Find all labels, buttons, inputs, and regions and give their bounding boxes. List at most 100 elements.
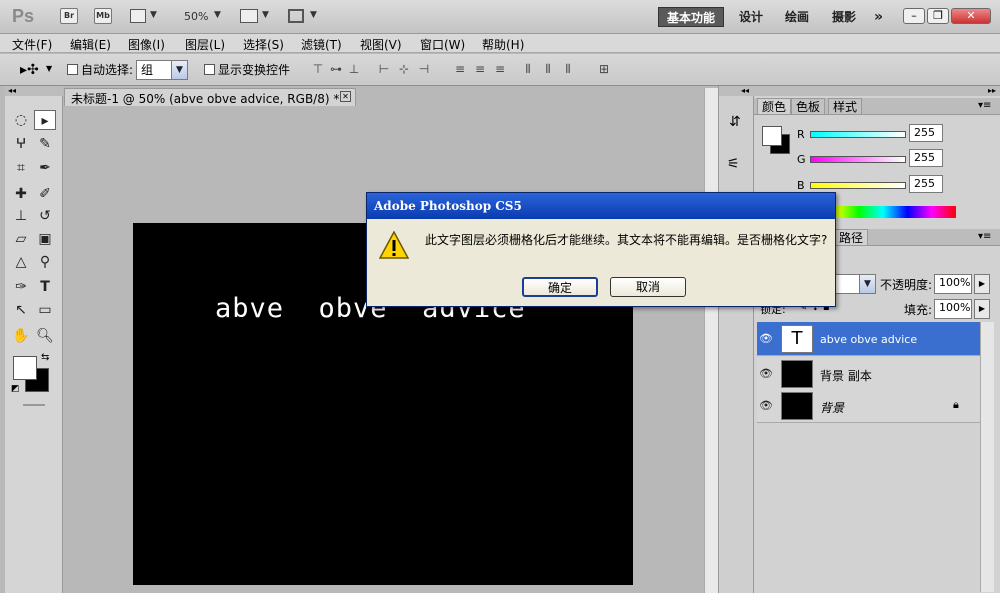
tab-styles[interactable]: 样式 — [828, 98, 863, 114]
type-tool-icon[interactable]: T — [34, 277, 56, 297]
zoom-level[interactable]: 50% — [184, 10, 208, 23]
align-vcenter-icon[interactable]: ⊶ — [328, 62, 344, 76]
dodge-tool-icon[interactable]: ⚲ — [34, 252, 56, 272]
menu-file[interactable]: 文件(F) — [12, 36, 52, 53]
hand-tool-icon[interactable]: ✋ — [10, 326, 32, 346]
foreground-color-swatch[interactable] — [13, 356, 37, 380]
layer-row[interactable]: 👁︎ 背景 副本 — [757, 357, 980, 391]
distribute-vcenter-icon[interactable]: ≡ — [472, 62, 488, 76]
lasso-tool-icon[interactable]: ⵖ — [10, 134, 32, 154]
gradient-tool-icon[interactable]: ▣ — [34, 229, 56, 249]
quick-select-tool-icon[interactable]: ✎ — [34, 134, 56, 154]
layer-row[interactable]: 👁︎ T abve obve advice — [757, 322, 980, 356]
align-top-icon[interactable]: ⊤ — [310, 62, 326, 76]
mini-bridge-button[interactable]: Mb — [94, 8, 112, 24]
restore-icon[interactable]: ❐ — [927, 8, 949, 24]
auto-select-dropdown[interactable]: 组 ▼ — [136, 60, 188, 80]
eye-icon[interactable]: 👁︎ — [757, 322, 775, 356]
screen-mode-icon[interactable] — [288, 9, 304, 23]
menu-image[interactable]: 图像(I) — [128, 36, 165, 53]
preset-dropdown-icon[interactable]: ▼ — [46, 64, 52, 73]
bridge-button[interactable]: Br — [60, 8, 78, 24]
opacity-value[interactable]: 100% — [934, 274, 972, 294]
menu-view[interactable]: 视图(V) — [360, 36, 402, 53]
zoom-tool-icon[interactable]: 🔍︎ — [34, 326, 56, 346]
channel-g-slider[interactable] — [810, 156, 906, 163]
layers-panel-menu-icon[interactable]: ▾≡ — [978, 231, 991, 242]
blur-tool-icon[interactable]: △ — [10, 252, 32, 272]
menu-layer[interactable]: 图层(L) — [185, 36, 225, 53]
workspace-design[interactable]: 设计 — [731, 7, 771, 27]
auto-align-icon[interactable]: ⊞ — [596, 62, 612, 76]
workspace-essentials[interactable]: 基本功能 — [658, 7, 725, 27]
workspace-painting[interactable]: 绘画 — [777, 7, 817, 27]
healing-brush-icon[interactable]: ✚ — [10, 184, 32, 204]
arrange-dropdown-icon[interactable]: ▼ — [262, 10, 269, 20]
brush-tool-icon[interactable]: ✐ — [34, 184, 56, 204]
path-select-icon[interactable]: ↖ — [10, 300, 32, 320]
menu-select[interactable]: 选择(S) — [243, 36, 284, 53]
menu-help[interactable]: 帮助(H) — [482, 36, 524, 53]
eraser-tool-icon[interactable]: ▱ — [10, 229, 32, 249]
tab-color[interactable]: 颜色 — [757, 98, 792, 114]
swap-colors-icon[interactable]: ⇆ — [41, 352, 49, 363]
distribute-hcenter-icon[interactable]: ⫴ — [540, 62, 556, 76]
fill-value[interactable]: 100% — [934, 299, 972, 319]
panel-expand-icon[interactable]: ▸▸ — [754, 86, 1000, 96]
adjustments-panel-icon[interactable]: ⚟ — [727, 156, 740, 172]
default-colors-icon[interactable]: ◩ — [11, 384, 20, 394]
more-workspaces-icon[interactable]: » — [866, 7, 891, 27]
document-tab[interactable]: 未标题-1 @ 50% (abve obve advice, RGB/8) * … — [64, 88, 356, 106]
view-extras-icon[interactable] — [130, 9, 146, 23]
channel-r-slider[interactable] — [810, 131, 906, 138]
layers-scrollbar[interactable] — [980, 322, 994, 592]
history-panel-icon[interactable]: ⇵ — [729, 114, 741, 130]
quick-mask-icon[interactable] — [23, 404, 45, 406]
panel-menu-icon[interactable]: ▾≡ — [978, 100, 991, 111]
auto-select-checkbox[interactable] — [67, 64, 78, 75]
align-hcenter-icon[interactable]: ⊹ — [396, 62, 412, 76]
toolbox-collapse-icon[interactable]: ◂◂ — [5, 86, 63, 96]
menu-edit[interactable]: 编辑(E) — [70, 36, 111, 53]
zoom-dropdown-icon[interactable]: ▼ — [214, 10, 221, 20]
fg-color-chip[interactable] — [762, 126, 782, 146]
marquee-tool-icon[interactable]: ◌ — [10, 110, 32, 130]
rectangle-tool-icon[interactable]: ▭ — [34, 300, 56, 320]
align-right-icon[interactable]: ⊣ — [416, 62, 432, 76]
pen-tool-icon[interactable]: ✑ — [10, 277, 32, 297]
distribute-bottom-icon[interactable]: ≡ — [492, 62, 508, 76]
arrange-documents-icon[interactable] — [240, 9, 258, 23]
align-left-icon[interactable]: ⊢ — [376, 62, 392, 76]
eye-icon[interactable]: 👁︎ — [757, 389, 775, 423]
move-tool-preset-icon[interactable]: ▸✣ — [20, 62, 39, 78]
workspace-photography[interactable]: 摄影 — [824, 7, 864, 27]
chevron-down-icon[interactable]: ▼ — [150, 10, 157, 20]
tab-swatches[interactable]: 色板 — [791, 98, 826, 114]
history-brush-icon[interactable]: ↺ — [34, 206, 56, 226]
menu-filter[interactable]: 滤镜(T) — [301, 36, 342, 53]
tab-paths[interactable]: 路径 — [834, 229, 869, 245]
minimize-icon[interactable]: – — [903, 8, 925, 24]
channel-r-value[interactable]: 255 — [909, 124, 943, 142]
distribute-right-icon[interactable]: ⫴ — [560, 62, 576, 76]
eye-icon[interactable]: 👁︎ — [757, 357, 775, 391]
channel-b-slider[interactable] — [810, 182, 906, 189]
crop-tool-icon[interactable]: ⌗ — [10, 158, 32, 178]
vertical-scrollbar[interactable] — [704, 88, 718, 593]
screen-mode-dropdown-icon[interactable]: ▼ — [310, 10, 317, 20]
opacity-slider-icon[interactable]: ▶ — [974, 274, 990, 294]
clone-stamp-icon[interactable]: ⊥ — [10, 206, 32, 226]
move-tool-icon[interactable]: ▸ — [34, 110, 56, 130]
menu-window[interactable]: 窗口(W) — [420, 36, 465, 53]
align-bottom-icon[interactable]: ⊥ — [346, 62, 362, 76]
strip-collapse-icon[interactable]: ◂◂ — [719, 86, 754, 96]
layer-row[interactable]: 👁︎ 背景 🔒︎ — [757, 389, 980, 423]
distribute-left-icon[interactable]: ⫴ — [520, 62, 536, 76]
ok-button[interactable]: 确定 — [522, 277, 598, 297]
close-document-icon[interactable]: ✕ — [340, 91, 351, 102]
channel-b-value[interactable]: 255 — [909, 175, 943, 193]
eyedropper-tool-icon[interactable]: ✒ — [34, 158, 56, 178]
close-icon[interactable]: ✕ — [951, 8, 991, 24]
show-transform-checkbox[interactable] — [204, 64, 215, 75]
distribute-top-icon[interactable]: ≡ — [452, 62, 468, 76]
